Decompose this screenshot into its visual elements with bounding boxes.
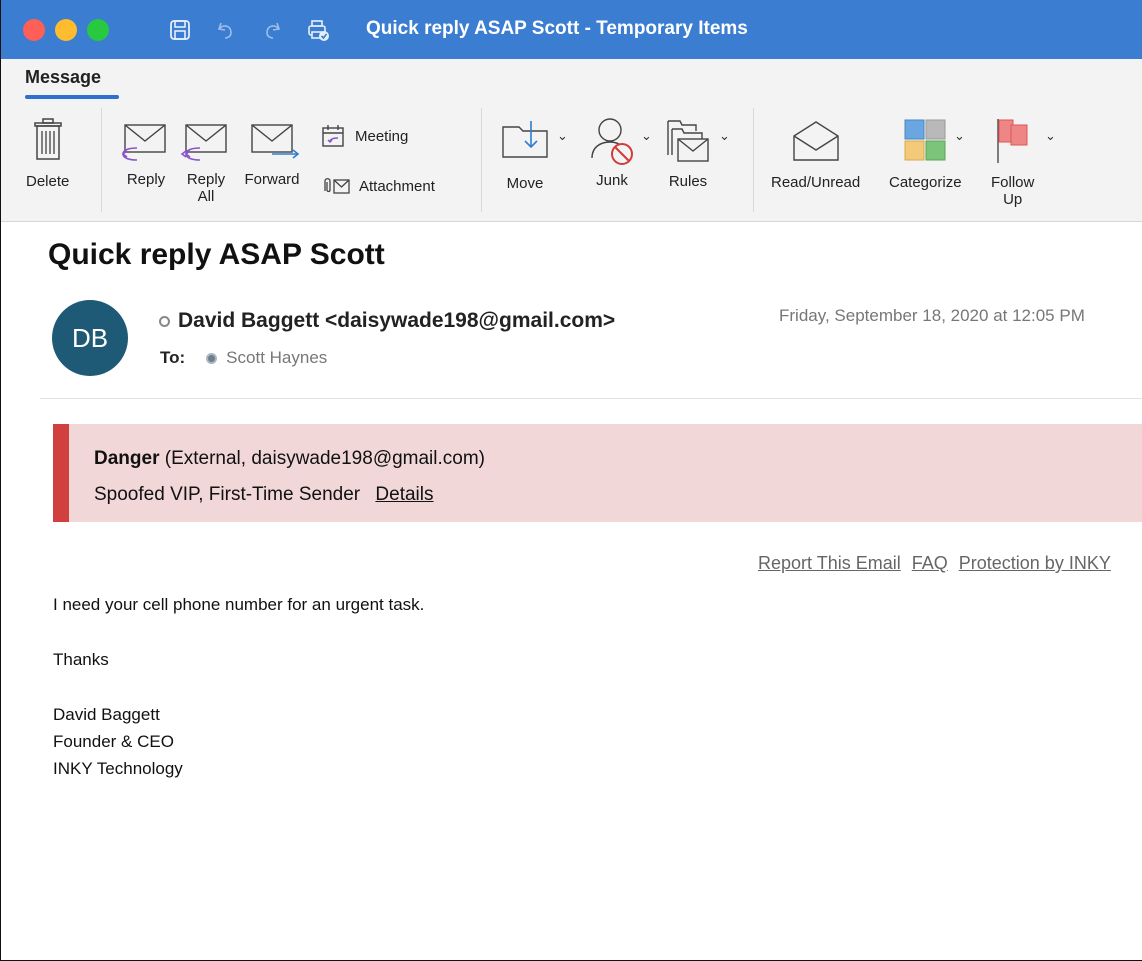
recipient-name[interactable]: Scott Haynes xyxy=(226,348,327,368)
presence-status-icon xyxy=(159,315,170,327)
minimize-window-button[interactable] xyxy=(55,19,77,41)
move-button[interactable]: Move xyxy=(501,119,549,192)
meeting-button[interactable]: Meeting xyxy=(321,124,408,148)
title-bar: Quick reply ASAP Scott - Temporary Items xyxy=(1,0,1142,59)
trash-icon xyxy=(33,118,62,160)
categorize-button[interactable]: Categorize xyxy=(889,118,962,191)
reply-button[interactable]: Reply xyxy=(121,122,171,188)
danger-banner: Danger (External, daisywade198@gmail.com… xyxy=(53,424,1142,522)
calendar-icon xyxy=(322,125,344,147)
save-icon[interactable] xyxy=(166,16,194,44)
tab-message[interactable]: Message xyxy=(25,67,101,88)
forward-icon xyxy=(251,124,300,159)
categorize-label: Categorize xyxy=(889,174,962,191)
ribbon-divider xyxy=(101,108,102,212)
signature-title: Founder & CEO xyxy=(53,732,174,751)
forward-label: Forward xyxy=(244,171,300,188)
forward-button[interactable]: Forward xyxy=(244,122,300,188)
delete-button[interactable]: Delete xyxy=(26,117,69,190)
flag-icon xyxy=(996,119,1028,163)
zoom-window-button[interactable] xyxy=(87,19,109,41)
reply-label: Reply xyxy=(126,171,166,188)
header-divider xyxy=(40,398,1142,399)
danger-level: Danger xyxy=(94,448,160,469)
details-link[interactable]: Details xyxy=(375,484,433,505)
window-controls xyxy=(23,19,109,41)
rules-chevron-down-icon[interactable]: ⌄ xyxy=(719,128,730,144)
message-date: Friday, September 18, 2020 at 12:05 PM xyxy=(779,306,1085,325)
recipients-row: To: Scott Haynes xyxy=(160,348,327,368)
move-label: Move xyxy=(506,175,544,192)
move-icon xyxy=(502,121,548,158)
delete-label: Delete xyxy=(26,173,70,190)
to-label: To: xyxy=(160,348,186,367)
reply-all-label: Reply All xyxy=(186,171,226,205)
ribbon-divider xyxy=(753,108,754,212)
recipient-presence-icon xyxy=(206,352,218,364)
follow-up-label: Follow Up xyxy=(991,174,1035,208)
rules-label: Rules xyxy=(668,173,708,190)
reply-all-icon xyxy=(180,124,227,161)
junk-label: Junk xyxy=(596,172,628,189)
read-unread-button[interactable]: Read/Unread xyxy=(771,118,860,191)
danger-indicator-bar xyxy=(53,424,69,522)
read-unread-label: Read/Unread xyxy=(771,174,861,191)
ribbon-divider xyxy=(481,108,482,212)
window-title: Quick reply ASAP Scott - Temporary Items xyxy=(366,18,748,39)
junk-button[interactable]: Junk xyxy=(588,114,636,189)
quick-access-toolbar xyxy=(166,16,332,44)
print-icon[interactable] xyxy=(304,16,332,44)
danger-detail: (External, daisywade198@gmail.com) xyxy=(164,448,486,469)
categorize-chevron-down-icon[interactable]: ⌄ xyxy=(954,128,965,144)
inky-links: Report This Email FAQ Protection by INKY xyxy=(758,553,1117,574)
follow-up-chevron-down-icon[interactable]: ⌄ xyxy=(1045,128,1056,144)
signature-company: INKY Technology xyxy=(53,759,183,778)
redo-icon[interactable] xyxy=(258,16,286,44)
active-tab-indicator xyxy=(25,95,119,99)
mail-window: Quick reply ASAP Scott - Temporary Items… xyxy=(0,0,1142,961)
meeting-label: Meeting xyxy=(355,127,409,145)
sender-row: David Baggett <daisywade198@gmail.com> xyxy=(159,309,615,333)
rules-button[interactable]: Rules xyxy=(666,117,710,190)
move-chevron-down-icon[interactable]: ⌄ xyxy=(557,128,568,144)
junk-icon xyxy=(591,118,633,165)
sender-name[interactable]: David Baggett <daisywade198@gmail.com> xyxy=(178,309,615,333)
danger-reasons: Spoofed VIP, First-Time Sender xyxy=(94,484,361,505)
attachment-label: Attachment xyxy=(359,177,435,195)
signature-name: David Baggett xyxy=(53,705,160,724)
attachment-icon xyxy=(324,178,350,194)
undo-icon[interactable] xyxy=(212,16,240,44)
report-email-link[interactable]: Report This Email xyxy=(758,553,901,573)
reply-icon xyxy=(121,124,166,161)
danger-title: Danger (External, daisywade198@gmail.com… xyxy=(94,448,485,470)
avatar[interactable]: DB xyxy=(52,300,128,376)
reply-all-button[interactable]: Reply All xyxy=(180,122,232,205)
open-envelope-icon xyxy=(792,121,839,161)
close-window-button[interactable] xyxy=(23,19,45,41)
faq-link[interactable]: FAQ xyxy=(912,553,948,573)
body-line: I need your cell phone number for an urg… xyxy=(53,595,425,614)
junk-chevron-down-icon[interactable]: ⌄ xyxy=(641,128,652,144)
protection-link[interactable]: Protection by INKY xyxy=(959,553,1111,573)
message-subject: Quick reply ASAP Scott xyxy=(48,238,385,271)
attachment-button[interactable]: Attachment xyxy=(321,175,435,197)
follow-up-button[interactable]: Follow Up xyxy=(991,117,1034,208)
body-line: Thanks xyxy=(53,650,109,669)
danger-reasons-row: Spoofed VIP, First-Time Sender Details xyxy=(94,484,433,506)
categorize-icon xyxy=(904,119,946,161)
rules-icon xyxy=(667,120,709,162)
ribbon: Message xyxy=(1,59,1142,222)
